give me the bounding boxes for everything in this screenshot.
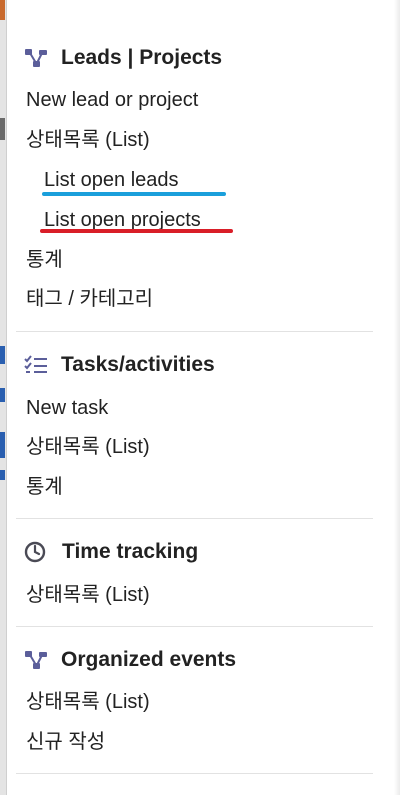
background-fragment xyxy=(0,346,5,364)
background-fragment xyxy=(0,118,5,140)
section-title-label: Time tracking xyxy=(62,540,199,563)
section-title-label: Organized events xyxy=(61,648,237,671)
menu-item-leads-status-list[interactable]: 상태목록 (List) xyxy=(26,127,150,153)
menu-item-new-event[interactable]: 신규 작성 xyxy=(26,729,105,755)
menu-item-tags-categories[interactable]: 태그 / 카테고리 xyxy=(26,286,153,312)
menu-item-tasks-statistics[interactable]: 통계 xyxy=(26,474,63,500)
section-divider xyxy=(16,331,373,332)
background-fragment xyxy=(0,0,5,20)
section-divider xyxy=(16,626,373,627)
menu-item-leads-statistics[interactable]: 통계 xyxy=(26,247,63,273)
menu-item-events-status-list[interactable]: 상태목록 (List) xyxy=(26,689,150,715)
menu-shadow xyxy=(394,0,400,795)
section-divider xyxy=(16,773,373,774)
highlight-underline-red xyxy=(40,229,233,233)
background-fragment xyxy=(0,470,5,480)
menu-item-tasks-status-list[interactable]: 상태목록 (List) xyxy=(26,434,150,460)
background-fragment xyxy=(0,432,5,458)
section-title-leads-projects[interactable]: Leads | Projects xyxy=(24,44,222,72)
section-title-label: Tasks/activities xyxy=(61,353,215,376)
clock-icon xyxy=(24,540,48,564)
menu-item-new-lead-or-project[interactable]: New lead or project xyxy=(26,87,198,113)
menu-item-list-open-leads[interactable]: List open leads xyxy=(44,167,179,193)
section-divider xyxy=(16,518,373,519)
hierarchy-icon xyxy=(24,46,48,70)
section-title-label: Leads | Projects xyxy=(61,46,223,69)
background-page-edge xyxy=(0,0,7,795)
section-title-organized-events[interactable]: Organized events xyxy=(24,646,236,674)
section-title-tasks-activities[interactable]: Tasks/activities xyxy=(24,351,215,379)
highlight-underline-blue xyxy=(42,192,226,196)
section-title-time-tracking[interactable]: Time tracking xyxy=(24,538,198,566)
hierarchy-icon xyxy=(24,648,48,672)
task-list-icon xyxy=(24,353,48,377)
menu-item-new-task[interactable]: New task xyxy=(26,395,108,421)
menu-item-time-status-list[interactable]: 상태목록 (List) xyxy=(26,582,150,608)
background-fragment xyxy=(0,388,5,402)
